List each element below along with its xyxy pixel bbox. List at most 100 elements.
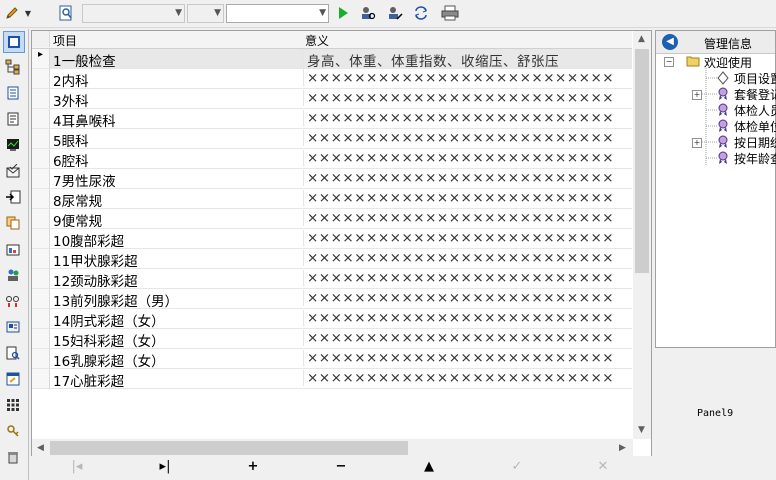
cell-meaning[interactable]: ×××××××××××××××××××××××××× (303, 90, 635, 106)
document-list-icon[interactable] (3, 109, 23, 129)
cell-meaning[interactable]: ×××××××××××××××××××××××××× (303, 350, 635, 366)
tree-structure-icon[interactable] (3, 57, 23, 77)
tree-item-date-stats[interactable]: 按日期统 (734, 134, 776, 151)
scroll-up-icon[interactable]: ▲ (638, 34, 645, 44)
row-indicator[interactable] (32, 289, 50, 308)
keys-icon[interactable] (3, 421, 23, 441)
cell-item[interactable]: 16乳腺彩超（女） (53, 350, 165, 370)
table-row[interactable]: 7男性尿液 ×××××××××××××××××××××××××× (32, 169, 632, 190)
row-indicator[interactable] (32, 309, 50, 328)
import-icon[interactable] (3, 187, 23, 207)
back-arrow-icon[interactable]: ◀ (662, 34, 678, 50)
cell-item[interactable]: 9便常规 (53, 210, 102, 230)
row-indicator[interactable] (32, 69, 50, 88)
cell-item[interactable]: 11甲状腺彩超 (53, 250, 138, 270)
monitor-chart-icon[interactable] (3, 135, 23, 155)
window-export-icon[interactable] (3, 369, 23, 389)
row-indicator[interactable] (32, 349, 50, 368)
cell-meaning[interactable]: ×××××××××××××××××××××××××× (303, 310, 635, 326)
edit-record-button[interactable]: ▲ (419, 459, 439, 477)
play-icon[interactable] (333, 3, 353, 23)
insert-record-button[interactable]: + (243, 459, 263, 477)
printer-icon[interactable] (440, 3, 460, 23)
table-row[interactable]: 8尿常规 ×××××××××××××××××××××××××× (32, 189, 632, 210)
grid-view-icon[interactable] (3, 31, 25, 53)
table-row[interactable]: ▸ 1一般检查 身高、体重、体重指数、收缩压、舒张压 (32, 49, 635, 70)
delete-record-button[interactable]: − (331, 459, 351, 477)
table-row[interactable]: 13前列腺彩超（男） ×××××××××××××××××××××××××× (32, 289, 635, 310)
cell-item[interactable]: 13前列腺彩超（男） (53, 290, 178, 310)
dropdown-arrow-icon[interactable]: ▼ (22, 3, 34, 23)
table-row[interactable]: 2内科 ×××××××××××××××××××××××××× (32, 69, 635, 90)
table-row[interactable]: 16乳腺彩超（女） ×××××××××××××××××××××××××× (32, 349, 635, 370)
row-indicator[interactable] (32, 169, 50, 188)
cell-meaning[interactable]: ×××××××××××××××××××××××××× (303, 250, 635, 266)
cell-meaning[interactable]: 身高、体重、体重指数、收缩压、舒张压 (303, 50, 635, 70)
row-indicator[interactable] (32, 369, 50, 388)
collapse-root-icon[interactable]: − (664, 57, 674, 67)
cell-item[interactable]: 4耳鼻喉科 (53, 110, 116, 130)
vertical-scroll-thumb[interactable] (635, 49, 649, 273)
mail-check-icon[interactable] (3, 161, 23, 181)
cell-meaning[interactable]: ×××××××××××××××××××××××××× (303, 110, 635, 126)
cell-meaning[interactable]: ×××××××××××××××××××××××××× (303, 230, 635, 246)
first-record-button[interactable]: |◂ (67, 459, 87, 477)
person-search-icon[interactable] (358, 3, 378, 23)
column-header-item[interactable]: 项目 (53, 32, 77, 49)
cell-item[interactable]: 10腹部彩超 (53, 230, 124, 250)
cell-meaning[interactable]: ×××××××××××××××××××××××××× (303, 370, 635, 386)
cell-meaning[interactable]: ×××××××××××××××××××××××××× (303, 210, 635, 226)
row-indicator[interactable] (32, 149, 50, 168)
table-row[interactable]: 15妇科彩超（女） ×××××××××××××××××××××××××× (32, 329, 635, 350)
tree-item-units[interactable]: 体检单位 (734, 118, 776, 135)
table-row[interactable]: 3外科 ×××××××××××××××××××××××××× (32, 89, 635, 110)
cell-item[interactable]: 14阴式彩超（女） (53, 310, 165, 330)
cancel-record-button[interactable]: ✕ (593, 459, 613, 477)
cell-item[interactable]: 7男性尿液 (53, 170, 116, 190)
cell-item[interactable]: 8尿常规 (53, 190, 102, 210)
horizontal-scrollbar[interactable]: ◀ ▶ (32, 439, 633, 457)
combo-2[interactable]: ▼ (187, 4, 224, 23)
trash-icon[interactable] (3, 447, 23, 467)
row-indicator[interactable] (32, 229, 50, 248)
horizontal-scroll-thumb[interactable] (50, 441, 408, 455)
pencil-icon[interactable] (2, 3, 22, 23)
id-card-icon[interactable] (3, 317, 23, 337)
cell-meaning[interactable]: ×××××××××××××××××××××××××× (303, 330, 635, 346)
vertical-scrollbar[interactable]: ▲ ▼ (633, 31, 651, 439)
link-connect-icon[interactable] (3, 291, 23, 311)
row-indicator[interactable] (32, 209, 50, 228)
tree-root-welcome[interactable]: 欢迎使用 (704, 54, 752, 71)
table-row[interactable]: 6腔科 ×××××××××××××××××××××××××× (32, 149, 632, 170)
post-record-button[interactable]: ✓ (507, 459, 527, 477)
cell-item[interactable]: 12颈动脉彩超 (53, 270, 138, 290)
expand-date-stats-icon[interactable]: + (692, 138, 702, 148)
copy-docs-icon[interactable] (3, 213, 23, 233)
cell-item[interactable]: 5眼科 (53, 130, 89, 150)
table-row[interactable]: 9便常规 ×××××××××××××××××××××××××× (32, 209, 635, 230)
cell-meaning[interactable]: ×××××××××××××××××××××××××× (303, 270, 635, 286)
cell-item[interactable]: 15妇科彩超（女） (53, 330, 165, 350)
cell-meaning[interactable]: ×××××××××××××××××××××××××× (303, 70, 635, 86)
refresh-icon[interactable] (411, 3, 431, 23)
combo-1[interactable]: ▼ (82, 4, 185, 23)
expand-package-icon[interactable]: + (692, 90, 702, 100)
cell-item[interactable]: 17心脏彩超 (53, 370, 124, 390)
grid-dots-icon[interactable] (3, 395, 23, 415)
combo-3[interactable]: ▼ (226, 4, 329, 23)
row-indicator[interactable] (32, 269, 50, 288)
scroll-right-icon[interactable]: ▶ (619, 443, 626, 453)
report-settings-icon[interactable] (3, 239, 23, 259)
cell-meaning[interactable]: ×××××××××××××××××××××××××× (303, 290, 635, 306)
magnifier-doc-icon[interactable] (56, 3, 76, 23)
tree-item-project-settings[interactable]: 项目设置 (734, 70, 776, 87)
person-edit-icon[interactable] (385, 3, 405, 23)
row-indicator[interactable] (32, 329, 50, 348)
row-indicator[interactable] (32, 109, 50, 128)
table-row[interactable]: 11甲状腺彩超 ×××××××××××××××××××××××××× (32, 249, 635, 270)
table-row[interactable]: 12颈动脉彩超 ×××××××××××××××××××××××××× (32, 269, 635, 290)
address-book-icon[interactable] (3, 83, 23, 103)
row-indicator[interactable]: ▸ (32, 49, 50, 68)
table-row[interactable]: 10腹部彩超 ×××××××××××××××××××××××××× (32, 229, 635, 250)
cell-item[interactable]: 2内科 (53, 70, 89, 90)
